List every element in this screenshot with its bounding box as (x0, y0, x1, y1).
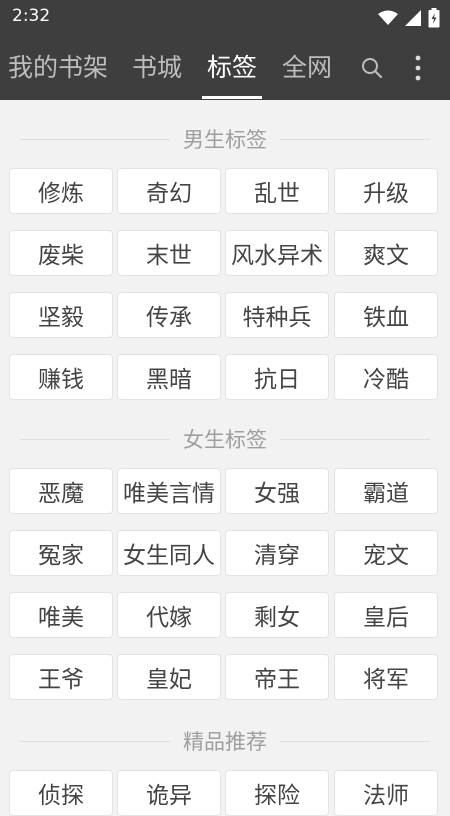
wifi-icon (378, 10, 398, 25)
tab-whole-web[interactable]: 全网 (282, 36, 332, 100)
signal-icon (405, 10, 421, 26)
tag-button[interactable]: 冤家 (9, 530, 113, 576)
tag-button[interactable]: 女强 (225, 468, 329, 514)
active-tab-indicator (202, 96, 262, 99)
search-button[interactable] (356, 52, 388, 84)
tag-button[interactable]: 法师 (334, 770, 438, 816)
app-bar: 我的书架 书城 标签 全网 (0, 36, 450, 100)
tag-button[interactable]: 赚钱 (9, 354, 113, 400)
tag-content: 男生标签修炼 奇幻 乱世 升级废柴 末世 风水异术 爽文坚毅 传承 特种兵 铁血赚钱 黑暗 抗日 冷酷女… (0, 100, 450, 816)
tag-button[interactable]: 代嫁 (117, 592, 221, 638)
status-icons (378, 7, 440, 29)
tab-tags[interactable]: 标签 (207, 36, 257, 100)
battery-icon (428, 8, 440, 28)
tab-bookstore[interactable]: 书城 (132, 36, 182, 100)
tag-button[interactable]: 唯美言情 (117, 468, 221, 514)
section-title-male-tags: 男生标签 (0, 124, 450, 154)
tag-button[interactable]: 诡异 (117, 770, 221, 816)
tag-button[interactable]: 探险 (225, 770, 329, 816)
status-time: 2:32 (12, 6, 51, 26)
status-bar: 2:32 (0, 0, 450, 36)
tag-button[interactable]: 末世 (117, 230, 221, 276)
tag-button[interactable]: 传承 (117, 292, 221, 338)
tag-button[interactable]: 唯美 (9, 592, 113, 638)
tag-button[interactable]: 冷酷 (334, 354, 438, 400)
tag-button[interactable]: 铁血 (334, 292, 438, 338)
more-vert-icon (415, 55, 421, 81)
tag-button[interactable]: 剩女 (225, 592, 329, 638)
tag-button[interactable]: 废柴 (9, 230, 113, 276)
tag-button[interactable]: 黑暗 (117, 354, 221, 400)
tag-button[interactable]: 特种兵 (225, 292, 329, 338)
tag-button[interactable]: 风水异术 (225, 230, 329, 276)
tag-button[interactable]: 坚毅 (9, 292, 113, 338)
tag-button[interactable]: 乱世 (225, 168, 329, 214)
tag-button[interactable]: 抗日 (225, 354, 329, 400)
tag-button[interactable]: 侦探 (9, 770, 113, 816)
more-options-button[interactable] (402, 52, 434, 84)
tag-button[interactable]: 皇妃 (117, 654, 221, 700)
section-title-label: 女生标签 (177, 424, 273, 454)
tag-button[interactable]: 爽文 (334, 230, 438, 276)
tag-button[interactable]: 升级 (334, 168, 438, 214)
section-title-label: 男生标签 (177, 124, 273, 154)
tag-button[interactable]: 宠文 (334, 530, 438, 576)
divider-line (280, 139, 430, 140)
tag-button[interactable]: 王爷 (9, 654, 113, 700)
section-title-female-tags: 女生标签 (0, 424, 450, 454)
tag-button[interactable]: 将军 (334, 654, 438, 700)
section-title-featured: 精品推荐 (0, 726, 450, 756)
tag-button[interactable]: 修炼 (9, 168, 113, 214)
tag-button[interactable]: 奇幻 (117, 168, 221, 214)
tag-button[interactable]: 皇后 (334, 592, 438, 638)
tag-button[interactable]: 帝王 (225, 654, 329, 700)
tab-bookshelf[interactable]: 我的书架 (8, 36, 108, 100)
divider-line (20, 139, 170, 140)
divider-line (20, 439, 170, 440)
tag-button[interactable]: 恶魔 (9, 468, 113, 514)
divider-line (20, 741, 170, 742)
divider-line (280, 741, 430, 742)
tag-button[interactable]: 清穿 (225, 530, 329, 576)
divider-line (280, 439, 430, 440)
search-icon (362, 58, 383, 79)
tag-button[interactable]: 霸道 (334, 468, 438, 514)
tag-button[interactable]: 女生同人 (117, 530, 221, 576)
section-title-label: 精品推荐 (177, 726, 273, 756)
